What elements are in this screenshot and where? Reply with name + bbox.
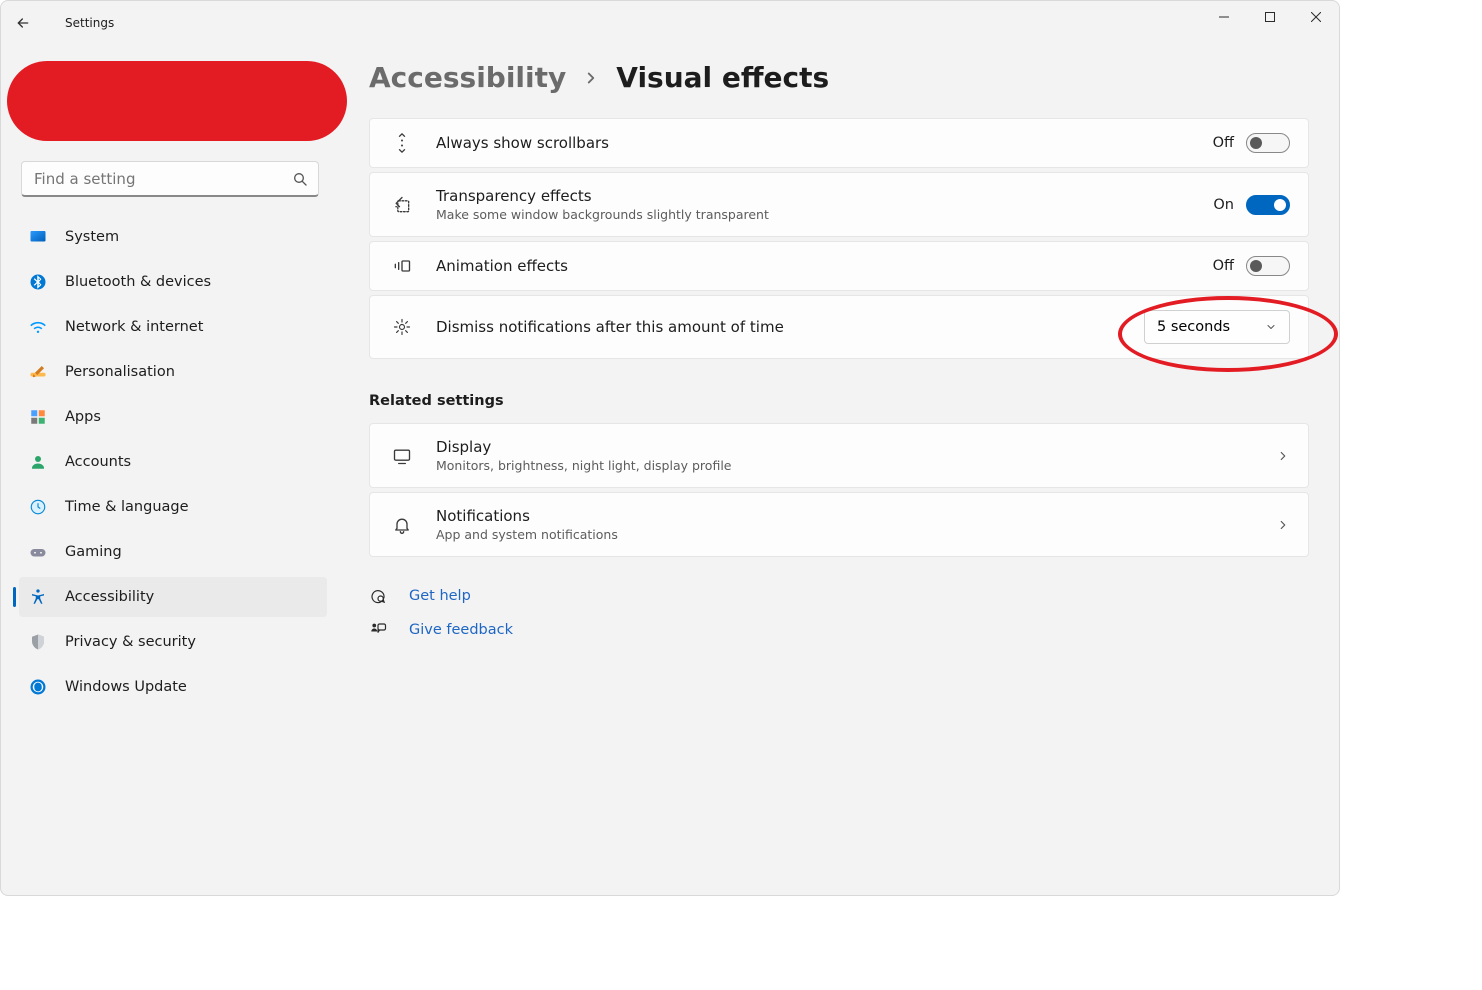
feedback-link-text: Give feedback bbox=[409, 622, 513, 638]
sidebar-item-label: Accounts bbox=[65, 454, 131, 470]
toggle-state-label: Off bbox=[1213, 135, 1234, 151]
sidebar-item-personalisation[interactable]: Personalisation bbox=[19, 352, 327, 392]
search-input[interactable] bbox=[32, 169, 292, 189]
maximize-icon bbox=[1265, 12, 1275, 22]
card-title: Transparency effects bbox=[436, 187, 1193, 205]
windows-update-icon bbox=[29, 678, 47, 696]
feedback-icon bbox=[369, 621, 387, 639]
apps-icon bbox=[29, 408, 47, 426]
card-subtitle: Make some window backgrounds slightly tr… bbox=[436, 207, 1193, 222]
gaming-icon bbox=[29, 543, 47, 561]
toggle-state-label: On bbox=[1213, 197, 1234, 213]
dismiss-time-dropdown[interactable]: 5 seconds bbox=[1144, 310, 1290, 344]
sidebar-item-label: System bbox=[65, 229, 119, 245]
related-card-group: Display Monitors, brightness, night ligh… bbox=[369, 423, 1309, 557]
card-display[interactable]: Display Monitors, brightness, night ligh… bbox=[369, 423, 1309, 488]
chevron-right-icon bbox=[582, 69, 600, 87]
breadcrumb-current: Visual effects bbox=[616, 61, 829, 94]
sidebar-item-apps[interactable]: Apps bbox=[19, 397, 327, 437]
scrollbars-icon bbox=[388, 133, 416, 153]
card-subtitle: Monitors, brightness, night light, displ… bbox=[436, 458, 1256, 473]
sidebar-item-system[interactable]: System bbox=[19, 217, 327, 257]
sidebar-item-label: Time & language bbox=[65, 499, 189, 515]
help-links: Get help Give feedback bbox=[369, 587, 1309, 639]
time-language-icon bbox=[29, 498, 47, 516]
card-animation-effects: Animation effects Off bbox=[369, 241, 1309, 291]
sidebar-item-time[interactable]: Time & language bbox=[19, 487, 327, 527]
settings-card-group: Always show scrollbars Off Transparency … bbox=[369, 118, 1309, 359]
chevron-right-icon bbox=[1276, 449, 1290, 463]
sidebar-item-bluetooth[interactable]: Bluetooth & devices bbox=[19, 262, 327, 302]
maximize-button[interactable] bbox=[1247, 1, 1293, 33]
get-help-icon bbox=[369, 587, 387, 605]
search-icon bbox=[292, 171, 308, 187]
card-dismiss-notifications: Dismiss notifications after this amount … bbox=[369, 295, 1309, 359]
breadcrumb: Accessibility Visual effects bbox=[369, 61, 1309, 94]
card-transparency-effects: Transparency effects Make some window ba… bbox=[369, 172, 1309, 237]
wifi-icon bbox=[29, 318, 47, 336]
card-title: Always show scrollbars bbox=[436, 134, 1193, 152]
system-icon bbox=[29, 228, 47, 246]
breadcrumb-parent[interactable]: Accessibility bbox=[369, 61, 566, 94]
sidebar-item-gaming[interactable]: Gaming bbox=[19, 532, 327, 572]
chevron-right-icon bbox=[1276, 518, 1290, 532]
display-icon bbox=[388, 446, 416, 466]
card-notifications[interactable]: Notifications App and system notificatio… bbox=[369, 492, 1309, 557]
transparency-icon bbox=[388, 195, 416, 215]
card-subtitle: App and system notifications bbox=[436, 527, 1256, 542]
account-redacted bbox=[7, 61, 347, 141]
sidebar-item-label: Windows Update bbox=[65, 679, 187, 695]
sidebar-item-label: Apps bbox=[65, 409, 101, 425]
dropdown-value: 5 seconds bbox=[1157, 319, 1230, 335]
sidebar-item-accounts[interactable]: Accounts bbox=[19, 442, 327, 482]
accessibility-icon bbox=[29, 588, 47, 606]
privacy-icon bbox=[29, 633, 47, 651]
card-always-show-scrollbars: Always show scrollbars Off bbox=[369, 118, 1309, 168]
card-title: Animation effects bbox=[436, 257, 1193, 275]
close-button[interactable] bbox=[1293, 1, 1339, 33]
transparency-toggle[interactable] bbox=[1246, 195, 1290, 215]
related-settings-heading: Related settings bbox=[369, 393, 1309, 409]
bluetooth-icon bbox=[29, 273, 47, 291]
accounts-icon bbox=[29, 453, 47, 471]
personalisation-icon bbox=[29, 363, 47, 381]
get-help-link[interactable]: Get help bbox=[369, 587, 1309, 605]
card-title: Notifications bbox=[436, 507, 1256, 525]
sidebar: System Bluetooth & devices Network & int… bbox=[1, 45, 339, 895]
sidebar-item-label: Network & internet bbox=[65, 319, 203, 335]
toggle-state-label: Off bbox=[1213, 258, 1234, 274]
content-area: System Bluetooth & devices Network & int… bbox=[1, 45, 1339, 895]
card-title: Dismiss notifications after this amount … bbox=[436, 318, 1124, 336]
settings-window: Settings bbox=[0, 0, 1340, 896]
help-link-text: Get help bbox=[409, 588, 471, 604]
dismiss-icon bbox=[388, 317, 416, 337]
sidebar-item-privacy[interactable]: Privacy & security bbox=[19, 622, 327, 662]
back-arrow-icon bbox=[15, 15, 31, 31]
sidebar-item-label: Accessibility bbox=[65, 589, 154, 605]
sidebar-nav: System Bluetooth & devices Network & int… bbox=[19, 217, 327, 707]
back-button[interactable] bbox=[1, 1, 45, 45]
notifications-icon bbox=[388, 515, 416, 535]
minimize-button[interactable] bbox=[1201, 1, 1247, 33]
give-feedback-link[interactable]: Give feedback bbox=[369, 621, 1309, 639]
scrollbars-toggle[interactable] bbox=[1246, 133, 1290, 153]
sidebar-item-label: Gaming bbox=[65, 544, 122, 560]
sidebar-item-update[interactable]: Windows Update bbox=[19, 667, 327, 707]
sidebar-item-accessibility[interactable]: Accessibility bbox=[19, 577, 327, 617]
animation-icon bbox=[388, 256, 416, 276]
animation-toggle[interactable] bbox=[1246, 256, 1290, 276]
search-field-wrap[interactable] bbox=[21, 161, 319, 197]
sidebar-item-label: Personalisation bbox=[65, 364, 175, 380]
card-title: Display bbox=[436, 438, 1256, 456]
chevron-down-icon bbox=[1265, 321, 1277, 333]
sidebar-item-label: Privacy & security bbox=[65, 634, 196, 650]
window-controls bbox=[1201, 1, 1339, 33]
close-icon bbox=[1311, 12, 1321, 22]
window-title: Settings bbox=[45, 16, 114, 30]
sidebar-item-label: Bluetooth & devices bbox=[65, 274, 211, 290]
main-pane: Accessibility Visual effects Always show… bbox=[339, 45, 1339, 895]
titlebar: Settings bbox=[1, 1, 1339, 45]
sidebar-item-network[interactable]: Network & internet bbox=[19, 307, 327, 347]
minimize-icon bbox=[1219, 12, 1229, 22]
